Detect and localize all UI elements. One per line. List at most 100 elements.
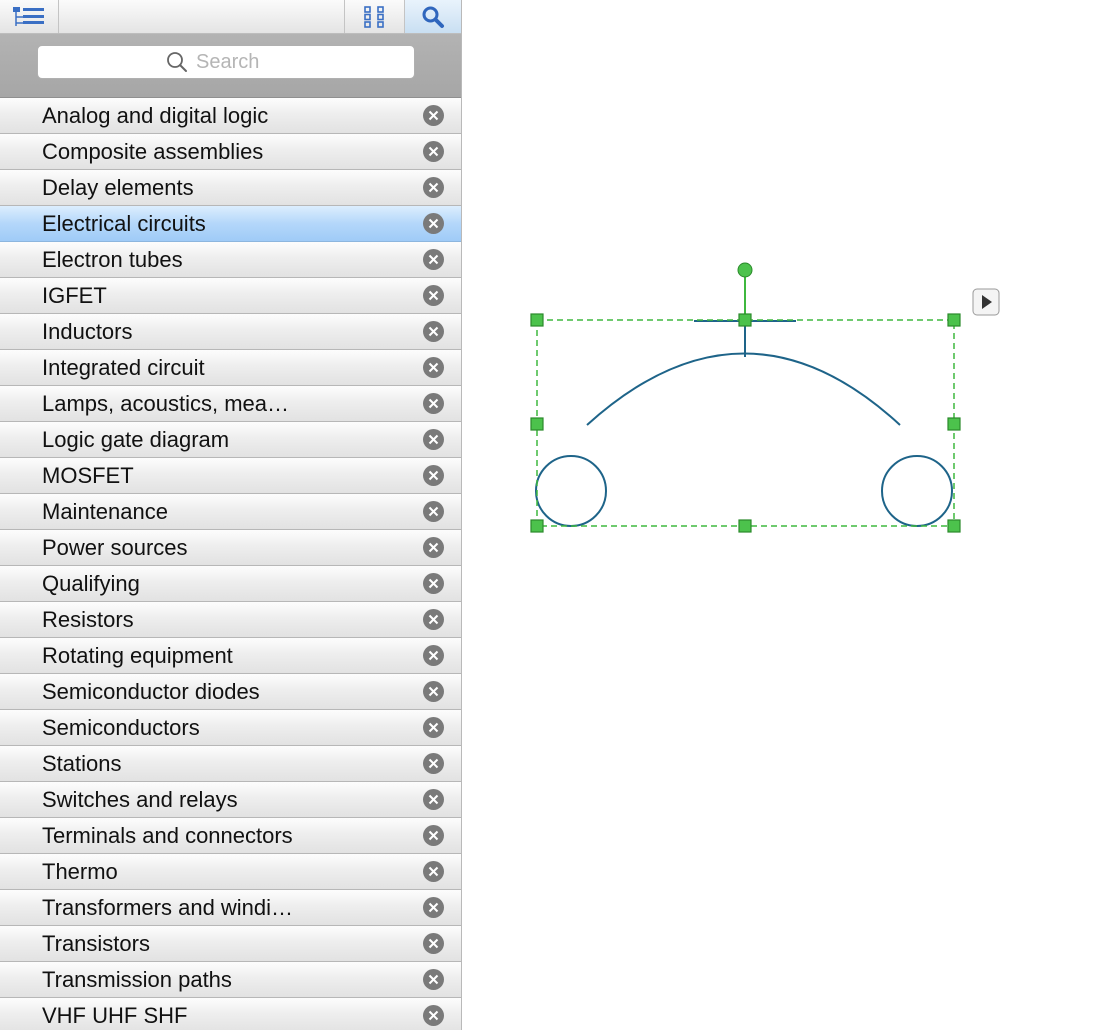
- drawing-canvas[interactable]: [462, 0, 1120, 1030]
- library-item[interactable]: Composite assemblies: [0, 134, 461, 170]
- library-item[interactable]: Transistors: [0, 926, 461, 962]
- library-item[interactable]: Qualifying: [0, 566, 461, 602]
- library-item[interactable]: Integrated circuit: [0, 350, 461, 386]
- library-item[interactable]: Resistors: [0, 602, 461, 638]
- remove-library-icon[interactable]: [423, 933, 444, 954]
- library-item[interactable]: Thermo: [0, 854, 461, 890]
- library-item[interactable]: Maintenance: [0, 494, 461, 530]
- search-mode-button[interactable]: [405, 0, 461, 33]
- library-item-label: VHF UHF SHF: [42, 1003, 188, 1028]
- library-item-label: Semiconductors: [42, 715, 200, 740]
- remove-library-icon[interactable]: [423, 393, 444, 414]
- library-item[interactable]: Stations: [0, 746, 461, 782]
- library-item[interactable]: Semiconductors: [0, 710, 461, 746]
- remove-library-icon[interactable]: [423, 897, 444, 918]
- resize-handle-top-left[interactable]: [530, 313, 544, 327]
- remove-library-icon[interactable]: [423, 681, 444, 702]
- remove-library-icon[interactable]: [423, 213, 444, 234]
- library-item-label: Transmission paths: [42, 967, 232, 992]
- library-item-label: Transformers and windi…: [42, 895, 294, 920]
- search-bar: [0, 34, 461, 98]
- resize-handle-left[interactable]: [530, 417, 544, 431]
- remove-library-icon[interactable]: [423, 825, 444, 846]
- library-list: Analog and digital logic Composite assemb…: [0, 98, 461, 1030]
- remove-library-icon[interactable]: [423, 501, 444, 522]
- circuit-symbol[interactable]: [535, 320, 953, 527]
- library-item[interactable]: Lamps, acoustics, mea…: [0, 386, 461, 422]
- tree-view-button[interactable]: [0, 0, 59, 33]
- remove-library-icon[interactable]: [423, 861, 444, 882]
- remove-library-icon[interactable]: [423, 249, 444, 270]
- remove-library-icon[interactable]: [423, 105, 444, 126]
- library-item-label: IGFET: [42, 283, 107, 308]
- grid-icon: [363, 5, 384, 28]
- library-item[interactable]: Power sources: [0, 530, 461, 566]
- remove-library-icon[interactable]: [423, 609, 444, 630]
- library-panel: Analog and digital logic Composite assemb…: [0, 0, 462, 1030]
- grid-view-button[interactable]: [345, 0, 405, 33]
- library-item-label: Semiconductor diodes: [42, 679, 260, 704]
- library-item-label: Rotating equipment: [42, 643, 233, 668]
- library-item-label: Terminals and connectors: [42, 823, 293, 848]
- library-item[interactable]: Switches and relays: [0, 782, 461, 818]
- library-item-label: Resistors: [42, 607, 134, 632]
- library-item[interactable]: MOSFET: [0, 458, 461, 494]
- resize-handle-top-right[interactable]: [947, 313, 961, 327]
- library-item[interactable]: Semiconductor diodes: [0, 674, 461, 710]
- library-item[interactable]: Logic gate diagram: [0, 422, 461, 458]
- library-item[interactable]: Terminals and connectors: [0, 818, 461, 854]
- library-item-label: Delay elements: [42, 175, 194, 200]
- resize-handle-bottom-left[interactable]: [530, 519, 544, 533]
- remove-library-icon[interactable]: [423, 357, 444, 378]
- library-item-label: Logic gate diagram: [42, 427, 230, 452]
- library-item[interactable]: Electrical circuits: [0, 206, 461, 242]
- panel-toolbar: [0, 0, 461, 34]
- magnifier-icon: [167, 52, 187, 72]
- library-item[interactable]: Electron tubes: [0, 242, 461, 278]
- library-item[interactable]: VHF UHF SHF: [0, 998, 461, 1030]
- library-item[interactable]: IGFET: [0, 278, 461, 314]
- library-item-label: Switches and relays: [42, 787, 238, 812]
- tree-view-icon: [13, 6, 44, 26]
- shape-actions-button[interactable]: [972, 288, 1000, 316]
- library-item-label: Integrated circuit: [42, 355, 205, 380]
- library-item-label: Lamps, acoustics, mea…: [42, 391, 289, 416]
- library-item-label: Analog and digital logic: [42, 103, 269, 128]
- remove-library-icon[interactable]: [423, 573, 444, 594]
- remove-library-icon[interactable]: [423, 969, 444, 990]
- remove-library-icon[interactable]: [423, 285, 444, 306]
- remove-library-icon[interactable]: [423, 141, 444, 162]
- library-item[interactable]: Analog and digital logic: [0, 98, 461, 134]
- library-item-label: Electrical circuits: [42, 211, 206, 236]
- remove-library-icon[interactable]: [423, 789, 444, 810]
- symbol-arc: [586, 352, 901, 426]
- rotation-handle[interactable]: [737, 262, 753, 278]
- remove-library-icon[interactable]: [423, 429, 444, 450]
- toolbar-spacer: [59, 0, 345, 33]
- search-input[interactable]: [196, 50, 286, 74]
- canvas-drawing: [530, 262, 1000, 533]
- library-item[interactable]: Delay elements: [0, 170, 461, 206]
- remove-library-icon[interactable]: [423, 753, 444, 774]
- resize-handle-bottom-right[interactable]: [947, 519, 961, 533]
- remove-library-icon[interactable]: [423, 717, 444, 738]
- library-item[interactable]: Inductors: [0, 314, 461, 350]
- remove-library-icon[interactable]: [423, 465, 444, 486]
- library-item-label: Thermo: [42, 859, 118, 884]
- search-icon: [422, 6, 444, 28]
- search-field[interactable]: [37, 45, 415, 79]
- library-item[interactable]: Transformers and windi…: [0, 890, 461, 926]
- remove-library-icon[interactable]: [423, 177, 444, 198]
- library-item-label: Power sources: [42, 535, 188, 560]
- library-item-label: Electron tubes: [42, 247, 183, 272]
- remove-library-icon[interactable]: [423, 321, 444, 342]
- resize-handle-top[interactable]: [738, 313, 752, 327]
- remove-library-icon[interactable]: [423, 537, 444, 558]
- library-item-label: Transistors: [42, 931, 150, 956]
- resize-handle-bottom[interactable]: [738, 519, 752, 533]
- remove-library-icon[interactable]: [423, 1005, 444, 1026]
- remove-library-icon[interactable]: [423, 645, 444, 666]
- resize-handle-right[interactable]: [947, 417, 961, 431]
- library-item[interactable]: Transmission paths: [0, 962, 461, 998]
- library-item[interactable]: Rotating equipment: [0, 638, 461, 674]
